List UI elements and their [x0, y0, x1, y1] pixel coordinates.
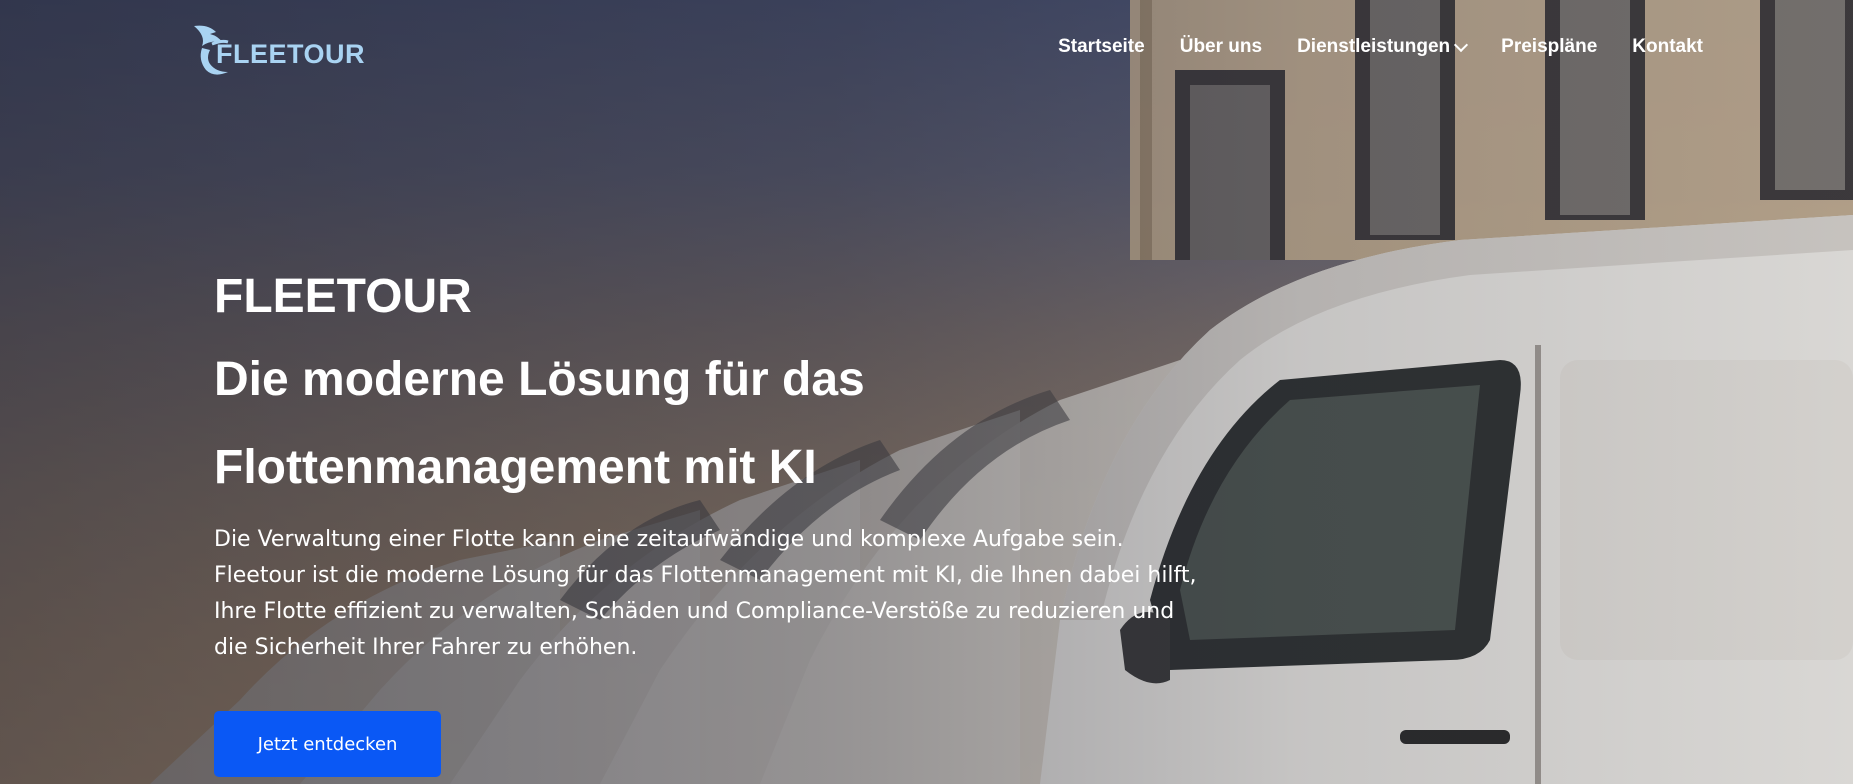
- hero-content: FLEETOUR Die moderne Lösung für das Flot…: [214, 258, 1214, 777]
- nav-item-dienstleistungen[interactable]: Dienstleistungen: [1297, 36, 1469, 58]
- hero-description: Die Verwaltung einer Flotte kann eine ze…: [214, 527, 1197, 660]
- site-logo[interactable]: FLEETOUR: [188, 22, 365, 78]
- nav-item-preisplaene[interactable]: Preispläne: [1501, 36, 1597, 58]
- explore-button[interactable]: Jetzt entdecken: [214, 711, 441, 777]
- hero-section: FLEETOUR Startseite Über uns Dienstleist…: [0, 0, 1853, 784]
- nav-item-ueber-uns[interactable]: Über uns: [1180, 36, 1262, 58]
- nav-item-label: Kontakt: [1632, 36, 1703, 57]
- hero-brand-title: FLEETOUR: [214, 270, 472, 323]
- nav-item-label: Startseite: [1058, 36, 1145, 57]
- nav-item-kontakt[interactable]: Kontakt: [1632, 36, 1703, 58]
- chevron-down-icon: [1454, 37, 1469, 53]
- nav-item-label: Preispläne: [1501, 36, 1598, 57]
- main-navigation: Startseite Über uns Dienstleistungen Pre…: [1058, 36, 1703, 58]
- hero-headline: Die moderne Lösung für das Flottenmanage…: [214, 353, 865, 494]
- site-header: FLEETOUR Startseite Über uns Dienstleist…: [0, 0, 1853, 100]
- nav-item-label: Dienstleistungen: [1297, 36, 1451, 57]
- nav-item-startseite[interactable]: Startseite: [1058, 36, 1145, 58]
- logo-text: FLEETOUR: [216, 39, 366, 69]
- nav-item-label: Über uns: [1179, 36, 1263, 57]
